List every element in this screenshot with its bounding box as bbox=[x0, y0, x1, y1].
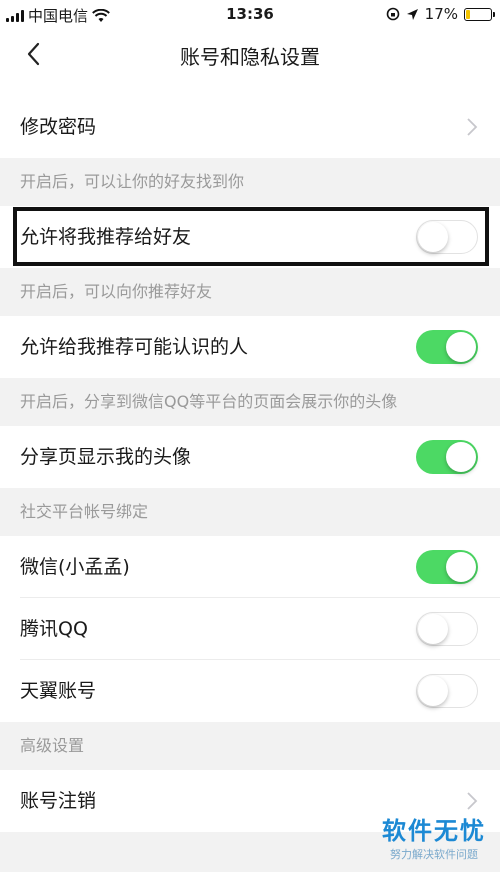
watermark-logo: 软件无忧 努力解决软件问题 bbox=[382, 811, 486, 862]
status-right: 17% bbox=[386, 5, 495, 23]
battery-icon bbox=[464, 7, 495, 21]
toggle-knob bbox=[446, 552, 476, 582]
change-password-label: 修改密码 bbox=[20, 116, 97, 138]
watermark-main: 软件无忧 bbox=[382, 817, 486, 845]
section-social-binding: 社交平台帐号绑定 bbox=[0, 488, 500, 536]
section-advanced: 高级设置 bbox=[0, 722, 500, 770]
show-avatar-toggle[interactable] bbox=[416, 440, 478, 474]
location-icon bbox=[406, 8, 418, 20]
toggle-knob bbox=[418, 676, 448, 706]
recommend-me-toggle[interactable] bbox=[416, 220, 478, 254]
toggle-knob bbox=[446, 442, 476, 472]
cancel-account-label: 账号注销 bbox=[20, 790, 97, 812]
chevron-right-icon bbox=[467, 118, 478, 136]
toggle-knob bbox=[418, 222, 448, 252]
toggle-knob bbox=[418, 614, 448, 644]
toggle-knob bbox=[446, 332, 476, 362]
tencent-qq-row: 腾讯QQ bbox=[0, 598, 500, 660]
status-bar: 中国电信 13:36 17% bbox=[0, 0, 500, 30]
tencent-qq-toggle[interactable] bbox=[416, 612, 478, 646]
section-find-friends-hint: 开启后，可以让你的好友找到你 bbox=[0, 158, 500, 206]
recommend-known-label: 允许给我推荐可能认识的人 bbox=[20, 336, 249, 358]
recommend-known-toggle[interactable] bbox=[416, 330, 478, 364]
nav-bar: 账号和隐私设置 bbox=[0, 30, 500, 78]
battery-level bbox=[466, 9, 471, 19]
orientation-lock-icon bbox=[386, 7, 399, 21]
partial-row bbox=[0, 78, 500, 96]
watermark-sub: 努力解决软件问题 bbox=[390, 848, 478, 861]
recommend-me-row: 允许将我推荐给好友 bbox=[0, 206, 500, 268]
tianyi-toggle[interactable] bbox=[416, 674, 478, 708]
section-share-hint: 开启后，分享到微信QQ等平台的页面会展示你的头像 bbox=[0, 378, 500, 426]
tencent-qq-label: 腾讯QQ bbox=[20, 618, 88, 640]
wechat-label: 微信(小孟孟) bbox=[20, 556, 130, 578]
wechat-toggle[interactable] bbox=[416, 550, 478, 584]
section-recommend-hint: 开启后，可以向你推荐好友 bbox=[0, 268, 500, 316]
recommend-me-label: 允许将我推荐给好友 bbox=[20, 226, 192, 248]
recommend-known-row: 允许给我推荐可能认识的人 bbox=[0, 316, 500, 378]
battery-percent: 17% bbox=[424, 5, 458, 23]
show-avatar-label: 分享页显示我的头像 bbox=[20, 446, 192, 468]
change-password-row[interactable]: 修改密码 bbox=[0, 96, 500, 158]
tianyi-label: 天翼账号 bbox=[20, 680, 97, 702]
page-title: 账号和隐私设置 bbox=[180, 45, 320, 69]
show-avatar-row: 分享页显示我的头像 bbox=[0, 426, 500, 488]
chevron-right-icon bbox=[467, 792, 478, 810]
tianyi-row: 天翼账号 bbox=[0, 660, 500, 722]
wechat-row: 微信(小孟孟) bbox=[0, 536, 500, 598]
